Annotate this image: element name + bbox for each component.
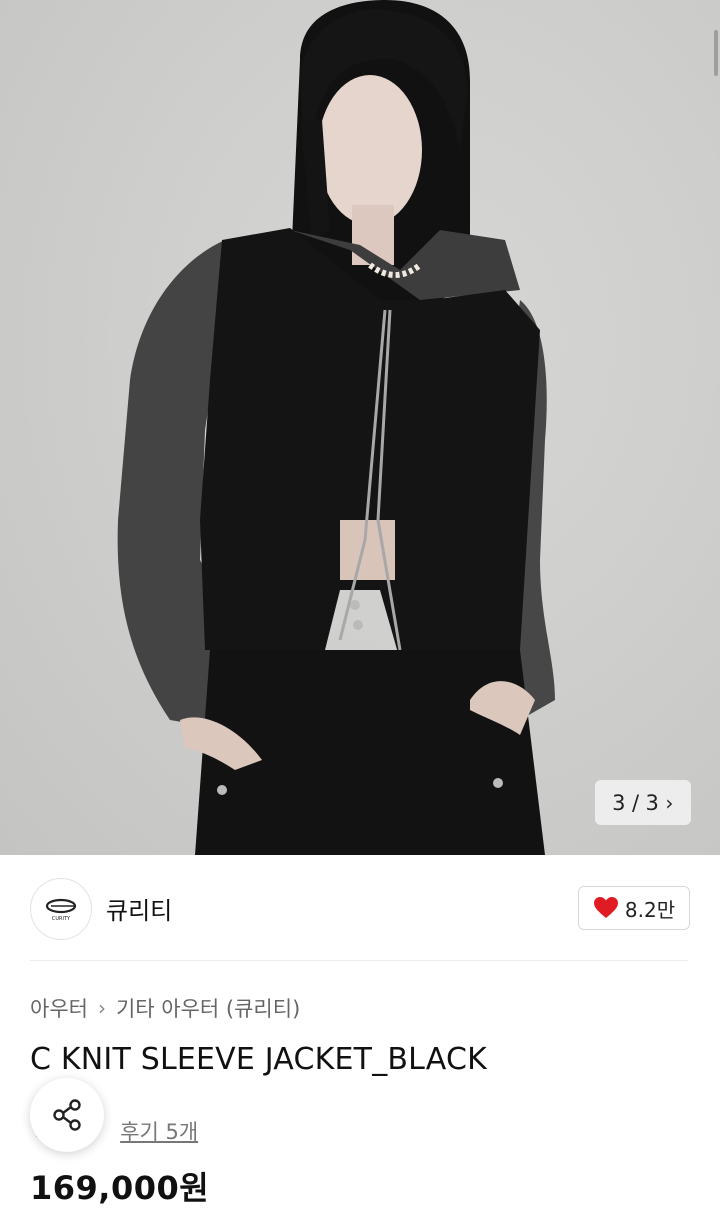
chevron-right-icon: › [97,996,106,1020]
image-counter-total: 3 [645,790,660,815]
product-title: C KNIT SLEEVE JACKET_BLACK [30,1042,488,1077]
image-counter-button[interactable]: 3 / 3 › [595,780,691,825]
share-icon [53,1099,81,1131]
product-image[interactable]: 3 / 3 › [0,0,720,855]
heart-icon [593,897,618,918]
scrollbar-thumb[interactable] [714,30,718,76]
brand-logo-text: CURITY [52,916,71,922]
breadcrumb-item-outer[interactable]: 아우터 [30,993,88,1023]
brand-logo-mark: CURITY [45,898,77,922]
share-button[interactable] [30,1078,104,1152]
image-counter-current: 3 [612,790,626,815]
product-price: 169,000원 [30,1169,210,1207]
chevron-right-icon: › [665,790,674,815]
breadcrumb: 아우터 › 기타 아우터 (큐리티) [30,993,300,1023]
brand-name[interactable]: 큐리티 [106,891,172,926]
image-counter-separator: / [631,790,640,815]
like-button[interactable]: 8.2만 [578,886,690,930]
brand-logo[interactable]: CURITY [30,878,92,940]
breadcrumb-item-other-outer[interactable]: 기타 아우터 (큐리티) [116,993,300,1023]
brand-row: CURITY 큐리티 8.2만 [0,855,720,960]
review-link[interactable]: 후기 5개 [120,1116,198,1146]
divider [30,960,688,961]
product-photo [117,0,555,855]
like-count: 8.2만 [624,897,676,922]
